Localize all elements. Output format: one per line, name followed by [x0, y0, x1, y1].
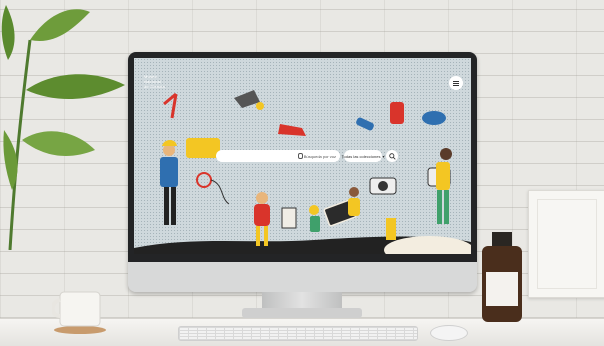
- mouse: [430, 325, 468, 341]
- voice-search-label: Búsqueda por voz: [303, 153, 336, 159]
- logo-line-3: de Ciencia: [144, 84, 165, 89]
- monitor-base: [242, 308, 362, 318]
- site-logo[interactable]: Museo Nacional de Ciencia: [144, 74, 174, 90]
- menu-button[interactable]: [449, 76, 463, 90]
- search-input[interactable]: [220, 153, 290, 159]
- voice-search-button[interactable]: Búsqueda por voz: [297, 153, 336, 159]
- magnifier-icon: [388, 152, 396, 160]
- collection-select[interactable]: Todas las colecciones ▾: [341, 150, 385, 162]
- monitor: Museo Nacional de Ciencia Búsqueda por v…: [128, 52, 477, 292]
- monitor-chin: [128, 262, 477, 292]
- keyboard: [178, 326, 418, 341]
- hamburger-icon: [453, 82, 459, 84]
- plant-leaves: [1, 5, 125, 250]
- coffee-mug: [52, 291, 106, 334]
- microphone-icon: [297, 153, 303, 159]
- amber-bottle: [482, 232, 522, 322]
- monitor-bezel: Museo Nacional de Ciencia Búsqueda por v…: [128, 52, 477, 262]
- collection-select-label: Todas las colecciones: [341, 153, 381, 159]
- search-button[interactable]: [386, 150, 398, 162]
- website-screen: Museo Nacional de Ciencia Búsqueda por v…: [134, 58, 471, 254]
- search-bar[interactable]: Búsqueda por voz: [216, 150, 340, 162]
- chevron-down-icon: ▾: [382, 153, 385, 159]
- picture-frame: [528, 190, 604, 298]
